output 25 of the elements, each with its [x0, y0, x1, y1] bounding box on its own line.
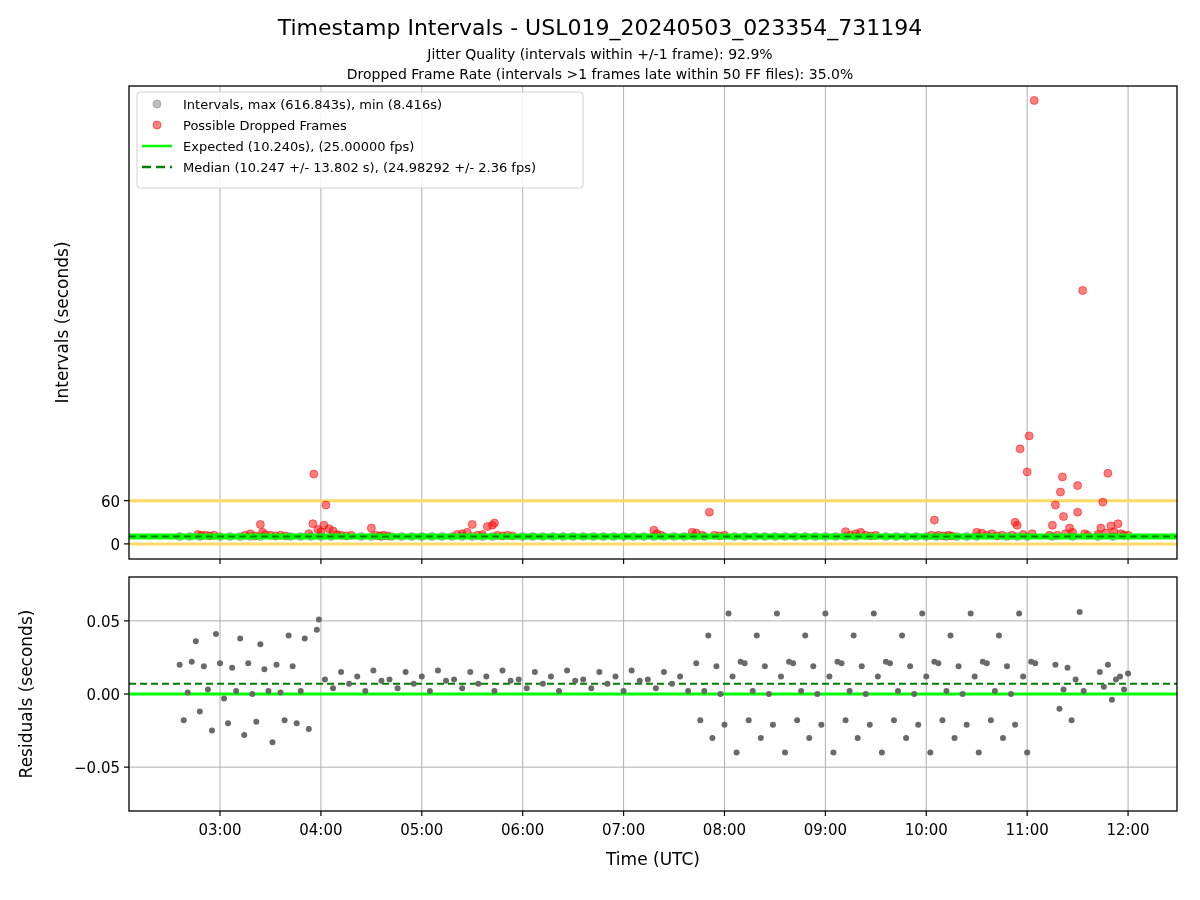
x-tick-label: 05:00	[400, 821, 444, 839]
y-tick-label: −0.05	[74, 759, 120, 778]
x-tick-label: 08:00	[702, 821, 747, 839]
legend-label: Intervals, max (616.843s), min (8.416s)	[183, 96, 442, 112]
x-tick-label: 06:00	[501, 821, 545, 839]
legend-label: Median (10.247 +/- 13.802 s), (24.98292 +/- 2.36 fps)	[183, 159, 536, 175]
y-axis-title: Residuals (seconds)	[16, 609, 36, 779]
legend-label: Possible Dropped Frames	[183, 117, 347, 133]
x-tick-label: 03:00	[198, 821, 242, 839]
x-tick-label: 07:00	[601, 821, 646, 839]
legend-label: Expected (10.240s), (25.00000 fps)	[183, 138, 415, 154]
figure-subtitle: Dropped Frame Rate (intervals >1 frames late within 50 FF files): 35.0%	[346, 65, 854, 84]
y-tick-label: 60	[100, 492, 120, 511]
x-axis-title: Time (UTC)	[606, 849, 700, 869]
figure-subtitle: Jitter Quality (intervals within +/-1 frame): 92.9%	[427, 45, 773, 64]
x-tick-label: 12:00	[1106, 821, 1150, 839]
y-tick-label: 0.05	[86, 612, 120, 631]
y-tick-label: 0.00	[86, 686, 120, 704]
y-axis-title: Intervals (seconds)	[52, 241, 72, 404]
figure-title: Timestamp Intervals - USL019_20240503_023354_731194	[277, 14, 923, 42]
x-tick-label: 09:00	[803, 821, 847, 839]
x-tick-label: 04:00	[299, 821, 343, 839]
x-tick-label: 11:00	[1005, 821, 1049, 839]
x-tick-label: 10:00	[904, 821, 948, 839]
y-tick-label: 0	[110, 535, 120, 554]
